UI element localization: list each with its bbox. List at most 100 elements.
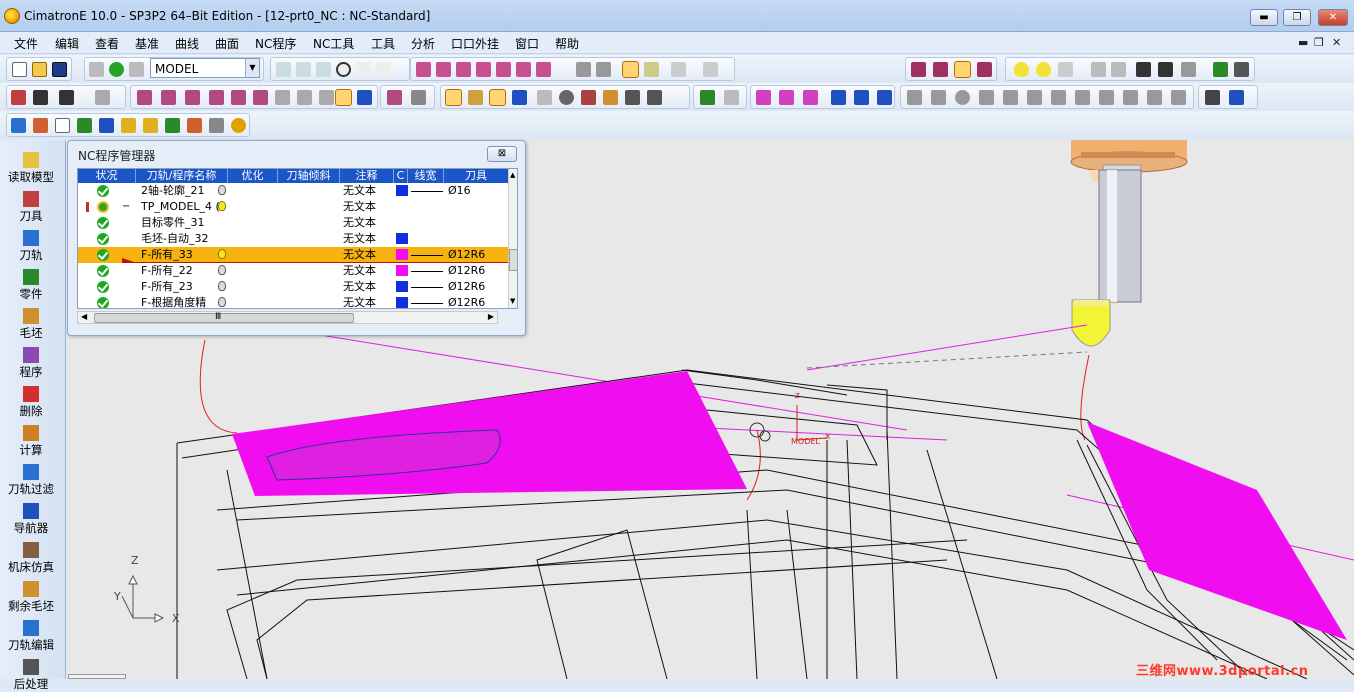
expander-icon[interactable]: − (122, 200, 130, 214)
color-swatch[interactable] (396, 265, 408, 276)
table-row[interactable]: − TP_MODEL_4 ( 无文本 (78, 199, 508, 215)
menu-analysis[interactable]: 分析 (411, 35, 435, 52)
sidebar-item-tool[interactable]: 刀具 (0, 191, 62, 224)
bottom-view-icon[interactable] (496, 62, 511, 77)
geo-5-icon[interactable] (231, 90, 246, 105)
render-mode-icon[interactable] (671, 62, 686, 77)
axis-3-icon[interactable] (877, 90, 892, 105)
axis-1-icon[interactable] (831, 90, 846, 105)
wire-mode-icon[interactable] (644, 62, 659, 77)
col-optimize[interactable]: 优化 (228, 169, 278, 183)
snap-1-icon[interactable] (907, 90, 922, 105)
snap-9-icon[interactable] (1099, 90, 1114, 105)
table-row[interactable]: 毛坯-自动_32 无文本 (78, 231, 508, 247)
sidebar-item-toolpath-edit[interactable]: 刀轨编辑 (0, 620, 62, 653)
menu-edit[interactable]: 编辑 (55, 35, 79, 52)
extra-1-icon[interactable] (387, 90, 402, 105)
save-icon[interactable] (52, 62, 67, 77)
menu-datum[interactable]: 基准 (135, 35, 159, 52)
scroll-left-icon[interactable]: ◀ (81, 312, 87, 321)
nc-1-icon[interactable] (11, 118, 26, 133)
left-view-icon[interactable] (536, 62, 551, 77)
menu-nc-program[interactable]: NC程序 (255, 35, 296, 52)
light-off-icon[interactable] (1058, 62, 1073, 77)
geo-active-icon[interactable] (335, 89, 352, 106)
color-swatch[interactable] (396, 249, 408, 260)
restore-button[interactable]: ❐ (1283, 9, 1311, 26)
geo-9-icon[interactable] (319, 90, 334, 105)
open-folder-icon[interactable] (32, 62, 47, 77)
axis-2-icon[interactable] (854, 90, 869, 105)
minimize-button[interactable]: ▬ (1250, 9, 1278, 26)
feature-icon[interactable] (1213, 62, 1228, 77)
surface-2-icon[interactable] (779, 90, 794, 105)
sidebar-item-load-model[interactable]: 读取模型 (0, 152, 62, 185)
sidebar-item-delete[interactable]: 删除 (0, 386, 62, 419)
grid-icon[interactable] (1136, 62, 1151, 77)
snap-7-icon[interactable] (1051, 90, 1066, 105)
sidebar-item-program[interactable]: 程序 (0, 347, 62, 380)
snap-2-icon[interactable] (931, 90, 946, 105)
menu-help[interactable]: 帮助 (555, 35, 579, 52)
geo-3-icon[interactable] (185, 90, 200, 105)
table-row[interactable]: F-所有_23 无文本 Ø12R6 (78, 279, 508, 295)
menu-plugins[interactable]: 口口外挂 (451, 35, 499, 52)
display-mode-icon[interactable] (703, 62, 718, 77)
back-arrow-icon[interactable] (1091, 62, 1106, 77)
curve-icon[interactable] (724, 90, 739, 105)
snap-5-icon[interactable] (1003, 90, 1018, 105)
nc-view-4-icon[interactable] (512, 90, 527, 105)
snap-11-icon[interactable] (1147, 90, 1162, 105)
sidebar-item-toolpath-filter[interactable]: 刀轨过滤 (0, 464, 62, 497)
view-set-icon[interactable] (576, 62, 591, 77)
help-icon[interactable] (231, 118, 246, 133)
snap-4-icon[interactable] (979, 90, 994, 105)
color-swatch[interactable] (396, 297, 408, 308)
set-model-icon[interactable] (129, 62, 144, 77)
bulb-on-icon[interactable] (218, 249, 226, 259)
geo-1-icon[interactable] (137, 90, 152, 105)
printer-icon[interactable] (165, 118, 180, 133)
col-tilt[interactable]: 刀轴倾斜 (278, 169, 340, 183)
col-linewidth[interactable]: 线宽 (408, 169, 444, 183)
back-view-icon[interactable] (516, 62, 531, 77)
menu-curve[interactable]: 曲线 (175, 35, 199, 52)
iso-view-icon[interactable] (416, 62, 431, 77)
light-bulb-icon[interactable] (1014, 62, 1029, 77)
scroll-down-icon[interactable]: ▼ (510, 297, 515, 305)
cascade-icon[interactable] (933, 62, 948, 77)
nc-view-active-icon[interactable] (445, 89, 462, 106)
top-view-icon[interactable] (436, 62, 451, 77)
nc-vertical-scrollbar[interactable]: ▲ ▼ (508, 169, 517, 308)
bulb-on-icon[interactable] (218, 201, 226, 211)
pick-icon[interactable] (33, 90, 48, 105)
zoom-all-icon[interactable] (276, 62, 291, 77)
nc-10-icon[interactable] (209, 118, 224, 133)
scroll-thumb[interactable]: Ⅲ (94, 312, 354, 323)
extra-2-icon[interactable] (411, 90, 426, 105)
nc-manager-close-button[interactable]: ⊠ (487, 146, 517, 162)
bulb-icon[interactable] (218, 297, 226, 307)
angle-icon[interactable] (77, 118, 92, 133)
mdi-restore-button[interactable]: ❐ (1314, 36, 1324, 49)
mdi-minimize-button[interactable]: ▬ (1298, 36, 1308, 49)
mdi-close-button[interactable]: ✕ (1332, 36, 1341, 49)
nc-view-3-icon[interactable] (489, 89, 506, 106)
select-icon[interactable] (11, 90, 26, 105)
surface-1-icon[interactable] (756, 90, 771, 105)
model-combo[interactable]: MODEL ▼ (150, 58, 260, 78)
pan-icon[interactable] (356, 62, 371, 77)
misc-1-icon[interactable] (1205, 90, 1220, 105)
zoom-window-icon[interactable] (296, 62, 311, 77)
menu-surface[interactable]: 曲面 (215, 35, 239, 52)
sidebar-item-compute[interactable]: 计算 (0, 425, 62, 458)
bulb-icon[interactable] (218, 265, 226, 275)
geo-2-icon[interactable] (161, 90, 176, 105)
tree-icon[interactable] (33, 118, 48, 133)
tile-icon[interactable] (911, 62, 926, 77)
document-icon[interactable] (55, 118, 70, 133)
col-status[interactable]: 状况 (78, 169, 136, 183)
menu-file[interactable]: 文件 (14, 35, 38, 52)
snap-6-icon[interactable] (1027, 90, 1042, 105)
scroll-right-icon[interactable]: ▶ (488, 312, 494, 321)
